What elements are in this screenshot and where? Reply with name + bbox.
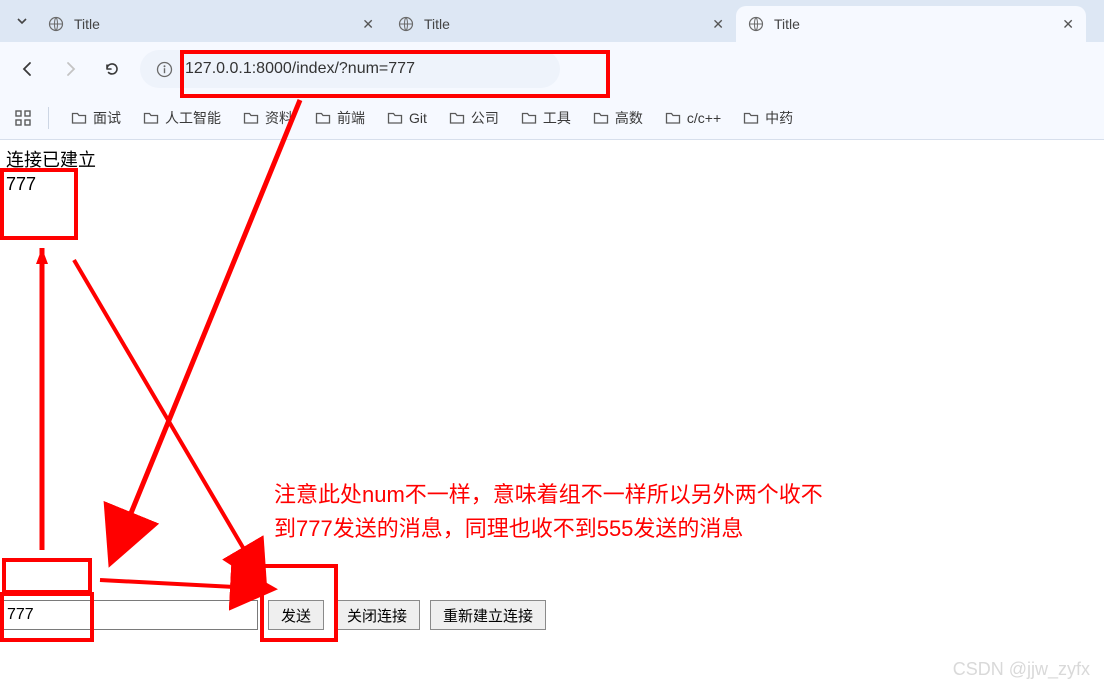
bookmark-item[interactable]: 前端 (309, 104, 371, 132)
close-icon[interactable]: ✕ (1062, 16, 1074, 33)
tab-2[interactable]: Title ✕ (386, 6, 736, 42)
bookmark-item[interactable]: 工具 (515, 104, 577, 132)
highlight-input-blank (2, 558, 92, 594)
close-icon[interactable]: ✕ (712, 16, 724, 33)
send-button[interactable]: 发送 (268, 600, 324, 630)
annotation-text: 注意此处num不一样，意味着组不一样所以另外两个收不 到777发送的消息，同理也… (274, 478, 823, 546)
folder-icon (665, 110, 681, 126)
bookmark-item[interactable]: 面试 (65, 104, 127, 132)
separator (48, 107, 49, 129)
back-button[interactable] (14, 55, 42, 83)
globe-icon (398, 16, 414, 32)
close-icon[interactable]: ✕ (362, 16, 374, 33)
url-box[interactable]: 127.0.0.1:8000/index/?num=777 (140, 50, 560, 88)
status-text: 连接已建立 (6, 148, 1098, 172)
bookmark-item[interactable]: 人工智能 (137, 104, 227, 132)
tab-strip: Title ✕ Title ✕ Title ✕ (0, 0, 1104, 42)
tab-1[interactable]: Title ✕ (36, 6, 386, 42)
page-content: 连接已建立 777 发送 关闭连接 重新建立连接 (0, 140, 1104, 204)
message-input[interactable] (0, 600, 258, 630)
controls-row: 发送 关闭连接 重新建立连接 (0, 600, 546, 630)
close-connection-button[interactable]: 关闭连接 (334, 600, 420, 630)
apps-icon[interactable] (14, 109, 32, 127)
tab-title: Title (774, 16, 1052, 32)
folder-icon (593, 110, 609, 126)
folder-icon (315, 110, 331, 126)
reload-button[interactable] (98, 55, 126, 83)
folder-icon (143, 110, 159, 126)
folder-icon (71, 110, 87, 126)
bookmark-item[interactable]: c/c++ (659, 106, 727, 130)
watermark: CSDN @jjw_zyfx (953, 659, 1090, 680)
url-text: 127.0.0.1:8000/index/?num=777 (185, 60, 415, 78)
bookmarks-bar: 面试 人工智能 资料 前端 Git 公司 工具 高数 c/c++ 中药 (0, 96, 1104, 140)
forward-button[interactable] (56, 55, 84, 83)
tab-title: Title (74, 16, 352, 32)
received-value: 777 (6, 172, 1098, 196)
folder-icon (521, 110, 537, 126)
site-info-icon[interactable] (156, 61, 173, 78)
folder-icon (449, 110, 465, 126)
tab-dropdown-icon[interactable] (8, 7, 36, 35)
address-bar: 127.0.0.1:8000/index/?num=777 (0, 42, 1104, 96)
tab-title: Title (424, 16, 702, 32)
bookmark-item[interactable]: 公司 (443, 104, 505, 132)
folder-icon (387, 110, 403, 126)
globe-icon (48, 16, 64, 32)
folder-icon (743, 110, 759, 126)
reconnect-button[interactable]: 重新建立连接 (430, 600, 546, 630)
globe-icon (748, 16, 764, 32)
bookmark-item[interactable]: 高数 (587, 104, 649, 132)
tab-3-active[interactable]: Title ✕ (736, 6, 1086, 42)
folder-icon (243, 110, 259, 126)
bookmark-item[interactable]: 中药 (737, 104, 799, 132)
bookmark-item[interactable]: 资料 (237, 104, 299, 132)
bookmark-item[interactable]: Git (381, 106, 433, 130)
